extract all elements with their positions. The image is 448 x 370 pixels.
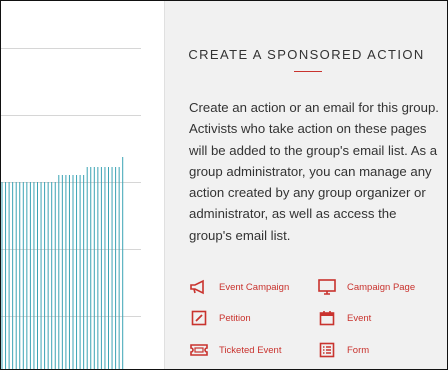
form-icon	[317, 340, 337, 360]
ticketed-event-label: Ticketed Event	[219, 344, 282, 356]
megaphone-icon	[189, 277, 209, 297]
title-underline	[294, 71, 322, 72]
panel-description: Create an action or an email for this gr…	[189, 100, 439, 243]
event-label: Event	[347, 312, 372, 324]
panel-title: CREATE A SPONSORED ACTION	[188, 47, 425, 62]
campaign-page-label: Campaign Page	[347, 281, 416, 293]
petition-label: Petition	[219, 312, 251, 324]
screenshot-frame: CREATE A SPONSORED ACTION Create an acti…	[0, 0, 448, 370]
activity-chart	[1, 1, 164, 369]
event-link[interactable]: Event	[317, 308, 371, 328]
monitor-icon	[317, 277, 337, 297]
campaign-page-link[interactable]: Campaign Page	[317, 277, 415, 297]
ticket-icon	[189, 340, 209, 360]
edit-icon	[189, 308, 209, 328]
event-campaign-label: Event Campaign	[219, 281, 290, 293]
chart-bars	[1, 157, 124, 369]
calendar-icon	[317, 308, 337, 328]
petition-link[interactable]: Petition	[189, 308, 251, 328]
form-label: Form	[347, 344, 370, 356]
event-campaign-link[interactable]: Event Campaign	[189, 277, 289, 297]
sponsored-action-panel: CREATE A SPONSORED ACTION Create an acti…	[164, 1, 447, 369]
ticketed-event-link[interactable]: Ticketed Event	[189, 340, 281, 360]
form-link[interactable]: Form	[317, 340, 369, 360]
